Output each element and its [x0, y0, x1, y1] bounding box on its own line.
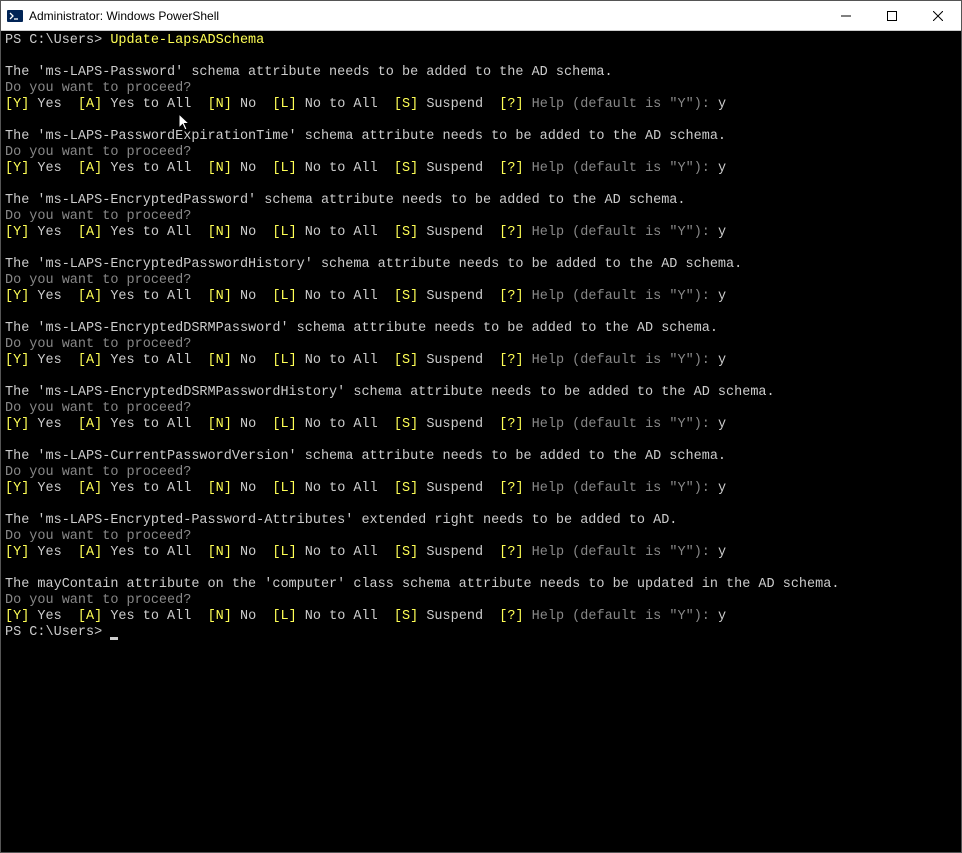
proceed-prompt: Do you want to proceed? — [5, 337, 957, 353]
options-line: [Y] Yes [A] Yes to All [N] No [L] No to … — [5, 545, 957, 561]
schema-message: The 'ms-LAPS-EncryptedPasswordHistory' s… — [5, 257, 957, 273]
blank-line — [5, 369, 957, 385]
minimize-button[interactable] — [823, 1, 869, 30]
window-controls — [823, 1, 961, 30]
close-button[interactable] — [915, 1, 961, 30]
proceed-prompt: Do you want to proceed? — [5, 593, 957, 609]
schema-message: The 'ms-LAPS-Encrypted-Password-Attribut… — [5, 513, 957, 529]
proceed-prompt: Do you want to proceed? — [5, 465, 957, 481]
proceed-prompt: Do you want to proceed? — [5, 273, 957, 289]
schema-message: The 'ms-LAPS-EncryptedDSRMPassword' sche… — [5, 321, 957, 337]
schema-message: The 'ms-LAPS-EncryptedPassword' schema a… — [5, 193, 957, 209]
options-line: [Y] Yes [A] Yes to All [N] No [L] No to … — [5, 353, 957, 369]
proceed-prompt: Do you want to proceed? — [5, 145, 957, 161]
blank-line — [5, 433, 957, 449]
terminal-body[interactable]: PS C:\Users> Update-LapsADSchema The 'ms… — [1, 31, 961, 852]
options-line: [Y] Yes [A] Yes to All [N] No [L] No to … — [5, 97, 957, 113]
powershell-window: Administrator: Windows PowerShell PS C:\… — [0, 0, 962, 853]
proceed-prompt: Do you want to proceed? — [5, 401, 957, 417]
blank-line — [5, 113, 957, 129]
window-title: Administrator: Windows PowerShell — [29, 9, 823, 23]
text-cursor — [110, 637, 118, 640]
proceed-prompt: Do you want to proceed? — [5, 81, 957, 97]
options-line: [Y] Yes [A] Yes to All [N] No [L] No to … — [5, 481, 957, 497]
schema-message: The 'ms-LAPS-CurrentPasswordVersion' sch… — [5, 449, 957, 465]
proceed-prompt: Do you want to proceed? — [5, 209, 957, 225]
blank-line — [5, 177, 957, 193]
blank-line — [5, 305, 957, 321]
schema-message: The 'ms-LAPS-Password' schema attribute … — [5, 65, 957, 81]
options-line: [Y] Yes [A] Yes to All [N] No [L] No to … — [5, 417, 957, 433]
blank-line — [5, 561, 957, 577]
options-line: [Y] Yes [A] Yes to All [N] No [L] No to … — [5, 609, 957, 625]
schema-message: The mayContain attribute on the 'compute… — [5, 577, 957, 593]
options-line: [Y] Yes [A] Yes to All [N] No [L] No to … — [5, 161, 957, 177]
prompt-line: PS C:\Users> Update-LapsADSchema — [5, 33, 957, 49]
maximize-button[interactable] — [869, 1, 915, 30]
titlebar[interactable]: Administrator: Windows PowerShell — [1, 1, 961, 31]
schema-message: The 'ms-LAPS-EncryptedDSRMPasswordHistor… — [5, 385, 957, 401]
options-line: [Y] Yes [A] Yes to All [N] No [L] No to … — [5, 225, 957, 241]
schema-message: The 'ms-LAPS-PasswordExpirationTime' sch… — [5, 129, 957, 145]
powershell-icon — [7, 8, 23, 24]
final-prompt: PS C:\Users> — [5, 625, 957, 641]
blank-line — [5, 497, 957, 513]
blank-line — [5, 49, 957, 65]
options-line: [Y] Yes [A] Yes to All [N] No [L] No to … — [5, 289, 957, 305]
proceed-prompt: Do you want to proceed? — [5, 529, 957, 545]
blank-line — [5, 241, 957, 257]
